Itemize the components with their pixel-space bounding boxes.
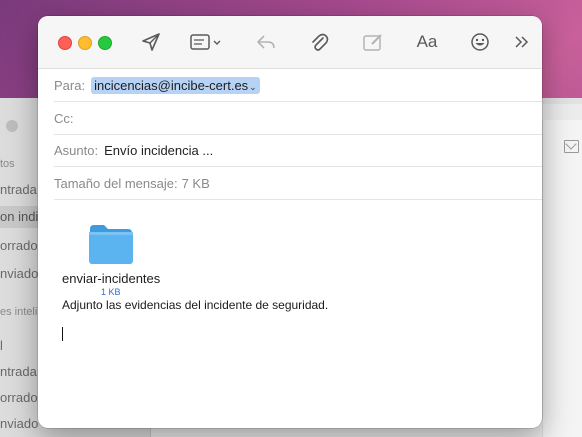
recipient-token[interactable]: incicencias@incibe-cert.es⌄ [91,76,260,94]
compose-toolbar: Aa [38,16,542,69]
header-fields-icon [190,34,221,50]
attach-icon [312,33,329,51]
sidebar-item[interactable]: ntrada [0,364,37,379]
sidebar-item[interactable]: nviado [0,266,38,281]
more-icon [515,36,529,48]
to-field[interactable]: Para: incicencias@incibe-cert.es⌄ [54,69,542,102]
zoom-window-button[interactable] [98,36,112,50]
message-size-row: Tamaño del mensaje: 7 KB [54,167,542,200]
to-label: Para: [54,77,86,93]
sidebar-item[interactable]: nviado [0,416,38,431]
cc-label: Cc: [54,110,74,126]
subject-value[interactable]: Envío incidencia ... [104,143,213,158]
subject-field[interactable]: Asunto: Envío incidencia ... [54,134,542,167]
minimize-window-button[interactable] [78,36,92,50]
more-button[interactable] [510,30,532,54]
close-window-button[interactable] [58,36,72,50]
folder-icon [89,225,133,264]
send-icon [142,33,160,51]
markup-button[interactable] [360,30,386,54]
markup-icon [363,34,382,51]
sidebar-item[interactable]: l [0,338,3,353]
send-button[interactable] [138,30,164,54]
text-cursor [62,327,63,341]
emoji-icon [471,33,489,51]
cc-field[interactable]: Cc: [54,102,542,135]
reply-icon [257,35,275,49]
attachment-folder[interactable] [88,223,134,265]
message-size-label: Tamaño del mensaje: [54,175,178,191]
header-fields-button[interactable] [186,30,226,54]
chevron-down-icon: ⌄ [249,81,257,92]
sidebar-item[interactable]: orrador [0,390,42,405]
attachment-name[interactable]: enviar-incidentes [62,271,160,286]
emoji-button[interactable] [467,30,493,54]
format-icon: Aa [416,32,438,51]
subject-label: Asunto: [54,142,99,158]
mail-icon[interactable] [564,140,579,153]
format-button[interactable]: Aa [414,30,440,54]
sidebar-section-label: es inteli [0,306,38,318]
recipient-address: incicencias@incibe-cert.es [94,77,249,93]
sidebar-section-label: tos [0,158,15,170]
message-body-text[interactable]: Adjunto las evidencias del incidente de … [62,298,328,312]
reply-button[interactable] [253,30,279,54]
message-size-value: 7 KB [181,175,210,191]
attach-button[interactable] [306,30,332,54]
background-message-pane [542,120,582,437]
attachment-size: 1 KB [101,287,121,297]
sidebar-item[interactable]: ntrada [0,182,37,197]
compose-window: Aa Para: incicencias@incibe-cert.es⌄ Cc:… [38,16,542,428]
window-control-dot[interactable] [6,120,18,132]
sidebar-item[interactable]: orrador [0,238,42,253]
